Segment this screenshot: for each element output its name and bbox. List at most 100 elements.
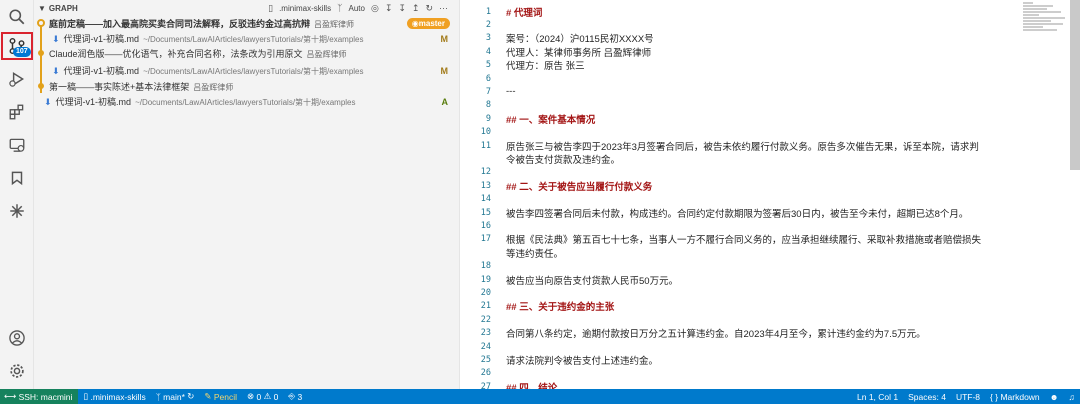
claude-icon[interactable] bbox=[0, 196, 34, 226]
account-icon[interactable] bbox=[0, 323, 34, 353]
source-control-graph-panel: ▼ GRAPH ▯ .minimax-skills ᛉ Auto ◎ ↧ ↧ ↥… bbox=[34, 0, 460, 389]
ports-indicator[interactable]: ⎆ 3 bbox=[283, 389, 307, 404]
editor-line[interactable]: 2 bbox=[461, 18, 1061, 31]
repository-icon: ▯ bbox=[83, 391, 91, 401]
graph-title: GRAPH bbox=[48, 3, 78, 13]
branch-icon: ᛉ bbox=[337, 3, 343, 13]
line-number: 11 bbox=[480, 140, 491, 151]
editor-line[interactable]: 20 bbox=[461, 286, 1061, 299]
repo-picker[interactable]: .minimax-skills bbox=[279, 4, 331, 13]
line-text: # 代理词 bbox=[506, 7, 543, 19]
line-text: 原告张三与被告李四于2023年3月签署合同后，被告未依约履行付款义务。原告多次催… bbox=[506, 141, 979, 153]
pencil-extension[interactable]: ✎ Pencil bbox=[199, 389, 242, 404]
settings-gear-icon[interactable] bbox=[0, 356, 34, 386]
editor-line[interactable]: 18 bbox=[461, 260, 1061, 273]
editor-line[interactable]: 25 请求法院判令被告支付上述违约金。 bbox=[461, 353, 1061, 367]
editor-line[interactable]: 19 被告应当向原告支付货款人民币50万元。 bbox=[461, 273, 1061, 287]
refresh-icon[interactable]: ↻ bbox=[425, 3, 433, 14]
editor-line[interactable]: 15 被告李四签署合同后未付款，构成违约。合同约定付款期限为签署后30日内，被告至… bbox=[461, 206, 1061, 220]
branch-indicator[interactable]: ᛉ main* ↻ bbox=[151, 389, 200, 404]
language-mode[interactable]: { } Markdown bbox=[985, 389, 1045, 404]
editor-line[interactable]: 令被告支付货款及违约金。 bbox=[461, 152, 1061, 166]
markdown-editor[interactable]: 1 # 代理词 2 3 案号：（2024）沪0115民初XXXX号 4 代理人：某律师事务所… bbox=[461, 0, 1080, 389]
line-text: ## 三、关于违约金的主张 bbox=[506, 302, 615, 314]
editor-line[interactable]: 12 bbox=[461, 166, 1061, 179]
editor-line[interactable]: 26 bbox=[461, 367, 1061, 380]
graph-toolbar: ▯ .minimax-skills ᛉ Auto ◎ ↧ ↧ ↥ ↻ ··· bbox=[268, 0, 448, 16]
copilot-icon[interactable]: ☻ bbox=[1045, 389, 1064, 404]
editor-line[interactable]: 21 ## 三、关于违约金的主张 bbox=[461, 300, 1061, 313]
pencil-icon: ✎ bbox=[204, 391, 214, 401]
commit-file-row[interactable]: ⬇ 代理词-v1-初稿.md ~/Documents/LawAIArticles/l… bbox=[34, 31, 459, 46]
chevron-down-icon[interactable]: ▼ bbox=[38, 4, 46, 13]
encoding[interactable]: UTF-8 bbox=[951, 389, 985, 404]
editor-line[interactable]: 4 代理人：某律师事务所 吕盈辉律师 bbox=[461, 45, 1061, 59]
line-number: 17 bbox=[480, 234, 491, 245]
editor-line[interactable]: 9 ## 一、案件基本情况 bbox=[461, 112, 1061, 126]
editor-line[interactable]: 13 ## 二、关于被告应当履行付款义务 bbox=[461, 179, 1061, 193]
pencil-label: Pencil bbox=[213, 391, 238, 402]
commit-file-row[interactable]: ⬇ 代理词-v1-初稿.md ~/Documents/LawAIArticles/l… bbox=[34, 94, 459, 109]
auto-branch-picker[interactable]: Auto bbox=[348, 4, 364, 13]
editor-line[interactable]: 10 bbox=[461, 126, 1061, 139]
commit-row[interactable]: 庭前定稿——加入最高院买卖合同司法解释，反驳违约金过高抗辩 吕盈辉律师 ◉mast… bbox=[34, 16, 459, 31]
line-number: 25 bbox=[480, 354, 491, 365]
extensions-icon[interactable] bbox=[0, 97, 34, 127]
editor-scrollbar[interactable] bbox=[1070, 0, 1080, 170]
editor-line[interactable]: 6 bbox=[461, 72, 1061, 85]
line-text: 代理方：原告 张三 bbox=[506, 61, 585, 73]
markdown-file-icon: ⬇ bbox=[52, 66, 60, 76]
fetch-icon[interactable]: ↧ bbox=[385, 3, 393, 14]
commit-row[interactable]: 第一稿——事实陈述+基本法律框架 吕盈辉律师 bbox=[34, 79, 459, 94]
warning-icon: ⚠ bbox=[261, 391, 274, 401]
remote-indicator[interactable]: ⟷ SSH: macmini bbox=[0, 389, 79, 404]
more-actions-icon[interactable]: ··· bbox=[439, 3, 448, 13]
line-number: 22 bbox=[480, 314, 491, 325]
problems-indicator[interactable]: ⊗ 0 ⚠ 0 bbox=[242, 389, 283, 404]
source-control-icon[interactable]: 107 bbox=[0, 31, 34, 61]
commit-row[interactable]: Claude润色版——优化语气，补充合同名称，法条改为引用原文 吕盈辉律师 bbox=[34, 46, 459, 61]
editor-line[interactable]: 23 合同第八条约定，逾期付款按日万分之五计算违约金。自2023年4月至今，累计违… bbox=[461, 327, 1061, 340]
target-icon[interactable]: ◎ bbox=[371, 3, 379, 14]
line-number: 1 bbox=[485, 6, 491, 17]
editor-line[interactable]: 3 案号：（2024）沪0115民初XXXX号 bbox=[461, 32, 1061, 45]
line-number: 7 bbox=[485, 86, 491, 97]
line-number: 21 bbox=[480, 301, 491, 312]
commit-head-dot bbox=[37, 19, 45, 27]
search-icon[interactable] bbox=[0, 2, 34, 32]
cursor-position[interactable]: Ln 1, Col 1 bbox=[852, 389, 903, 404]
editor-line[interactable]: 等违约责任。 bbox=[461, 246, 1061, 260]
bookmark-icon[interactable] bbox=[0, 163, 34, 193]
editor-line[interactable]: 1 # 代理词 bbox=[461, 5, 1061, 19]
branch-label: main* bbox=[163, 391, 185, 402]
line-text: ## 二、关于被告应当履行付款义务 bbox=[506, 181, 653, 193]
line-number: 10 bbox=[480, 127, 491, 138]
remote-explorer-icon[interactable] bbox=[0, 130, 34, 160]
editor-line[interactable]: 24 bbox=[461, 340, 1061, 353]
editor-line[interactable]: 11 原告张三与被告李四于2023年3月签署合同后，被告未依约履行付款义务。原告多… bbox=[461, 139, 1061, 153]
editor-line[interactable]: 5 代理方：原告 张三 bbox=[461, 59, 1061, 72]
pull-icon[interactable]: ↧ bbox=[398, 3, 406, 14]
line-number: 12 bbox=[480, 167, 491, 178]
editor-line[interactable]: 17 根据《民法典》第五百七十七条，当事人一方不履行合同义务的，应当承担继续履行、… bbox=[461, 233, 1061, 246]
run-debug-icon[interactable] bbox=[0, 64, 34, 94]
editor-line[interactable]: 16 bbox=[461, 219, 1061, 232]
commit-file-row[interactable]: ⬇ 代理词-v1-初稿.md ~/Documents/LawAIArticles/l… bbox=[34, 63, 459, 78]
sync-icon[interactable]: ↻ bbox=[185, 391, 194, 402]
repo-indicator[interactable]: ▯ .minimax-skills bbox=[78, 389, 150, 404]
push-icon[interactable]: ↥ bbox=[412, 3, 420, 14]
editor-line[interactable]: 14 bbox=[461, 193, 1061, 206]
line-number: 3 bbox=[485, 33, 491, 44]
indentation[interactable]: Spaces: 4 bbox=[903, 389, 951, 404]
editor-line[interactable]: 7 --- bbox=[461, 85, 1061, 98]
graph-header[interactable]: ▼ GRAPH ▯ .minimax-skills ᛉ Auto ◎ ↧ ↧ ↥… bbox=[34, 0, 459, 16]
notifications-bell-icon[interactable]: ♫ bbox=[1064, 389, 1080, 404]
line-number: 4 bbox=[485, 46, 491, 57]
minimap[interactable] bbox=[1023, 2, 1068, 42]
editor-line[interactable]: 22 bbox=[461, 313, 1061, 326]
editor-line[interactable]: 27 ## 四、结论 bbox=[461, 380, 1061, 389]
line-number: 26 bbox=[480, 368, 491, 379]
editor-line[interactable]: 8 bbox=[461, 99, 1061, 112]
changes-count-badge: 107 bbox=[13, 47, 31, 57]
remote-label: SSH: macmini bbox=[18, 391, 73, 402]
